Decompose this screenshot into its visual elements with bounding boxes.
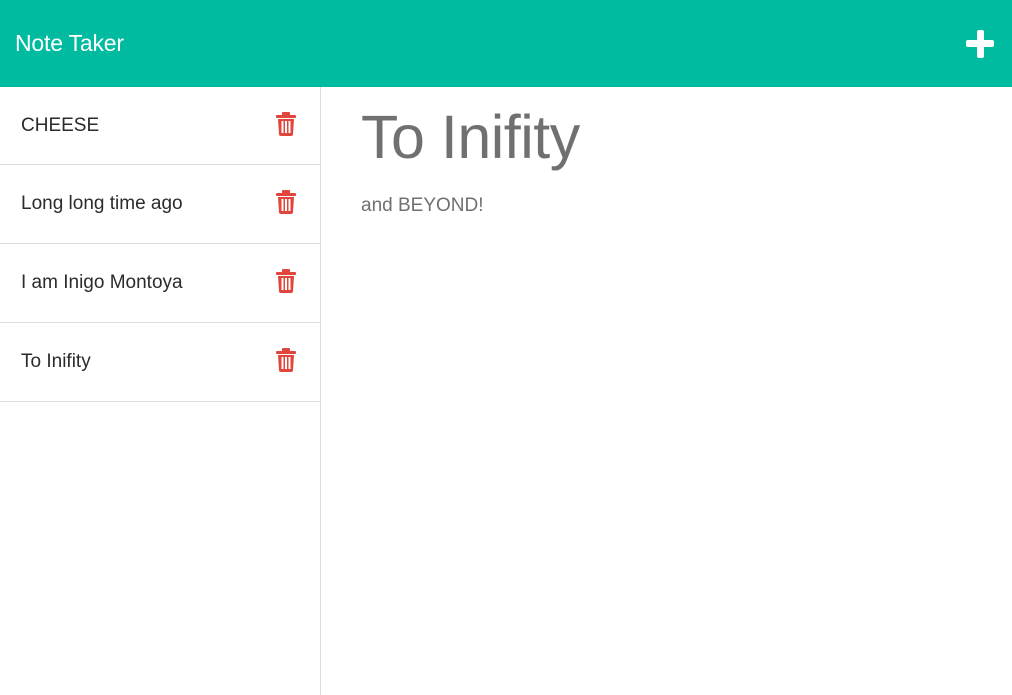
plus-icon-vertical — [976, 29, 984, 58]
app-title[interactable]: Note Taker — [15, 30, 124, 57]
note-label[interactable]: I am Inigo Montoya — [21, 272, 183, 294]
note-list-sidebar: CHEESE Long long time ago I am Inigo Mon… — [0, 87, 321, 695]
trash-icon[interactable] — [276, 269, 296, 293]
note-label[interactable]: To Inifity — [21, 351, 91, 373]
new-note-plus-icon[interactable] — [966, 29, 994, 58]
list-item[interactable]: To Inifity — [0, 323, 320, 402]
note-editor: To Inifity and BEYOND! — [321, 87, 1012, 695]
trash-icon[interactable] — [276, 190, 296, 214]
list-item[interactable]: I am Inigo Montoya — [0, 244, 320, 323]
list-item[interactable]: CHEESE — [0, 87, 320, 165]
trash-icon[interactable] — [276, 348, 296, 372]
note-title[interactable]: To Inifity — [361, 87, 1012, 173]
note-list: CHEESE Long long time ago I am Inigo Mon… — [0, 87, 320, 402]
note-label[interactable]: CHEESE — [21, 115, 99, 137]
note-body[interactable]: and BEYOND! — [361, 195, 1012, 217]
list-item[interactable]: Long long time ago — [0, 165, 320, 244]
note-label[interactable]: Long long time ago — [21, 193, 183, 215]
trash-icon[interactable] — [276, 111, 296, 136]
navbar: Note Taker — [0, 0, 1012, 87]
